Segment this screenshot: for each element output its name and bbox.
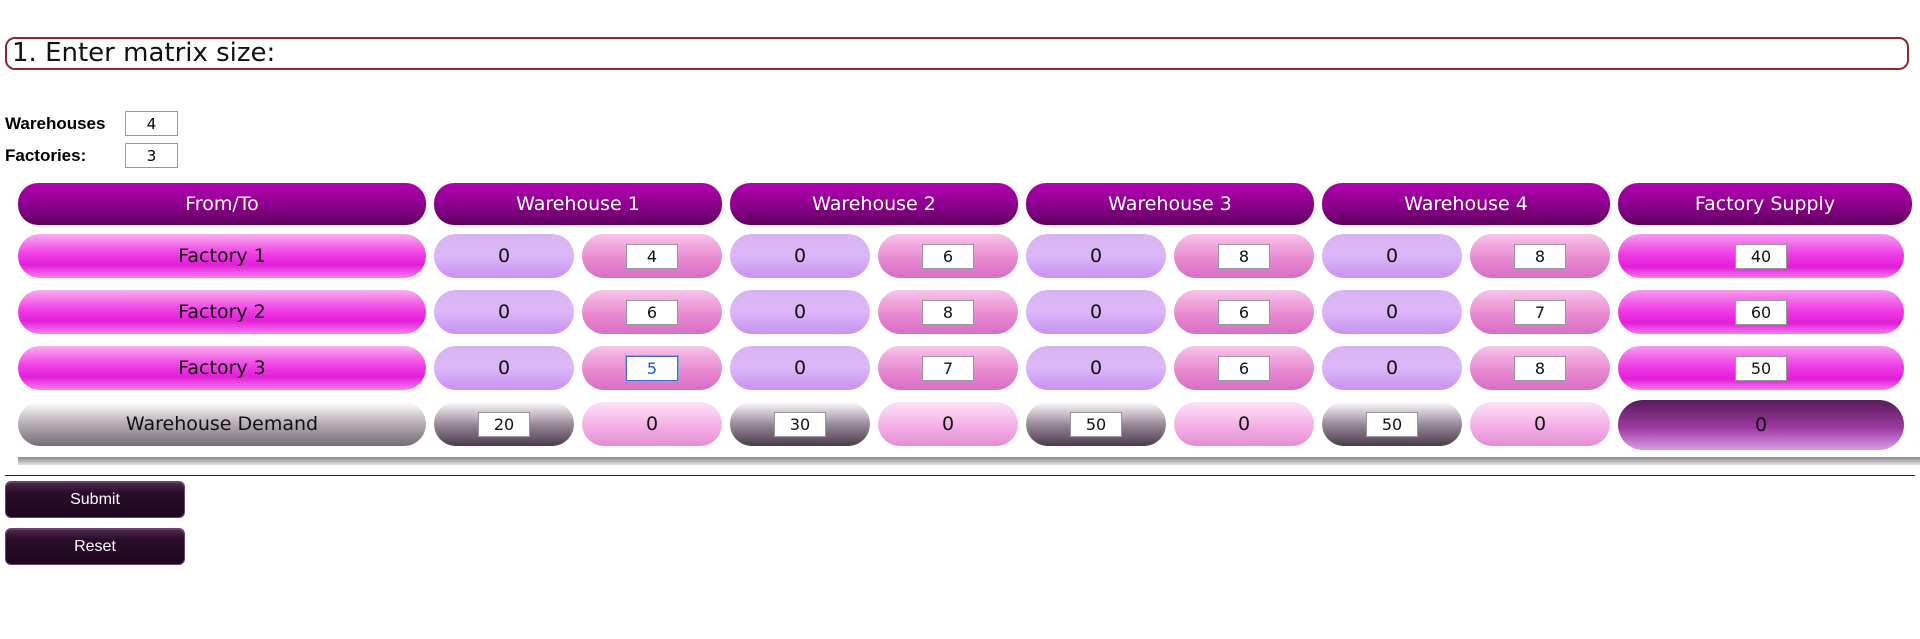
alloc-cell: 0 (434, 290, 574, 334)
step-title-box: 1. Enter matrix size: (5, 37, 1909, 70)
alloc-cell: 0 (434, 346, 574, 390)
header-warehouse-4: Warehouse 4 (1322, 183, 1610, 225)
demand-input[interactable] (1366, 411, 1418, 437)
demand-input[interactable] (478, 411, 530, 437)
cost-input[interactable] (1514, 299, 1566, 325)
alloc-cell: 0 (1026, 290, 1166, 334)
cost-input[interactable] (922, 355, 974, 381)
supply-cell (1618, 290, 1904, 334)
supply-input[interactable] (1735, 243, 1787, 269)
cost-input[interactable] (922, 243, 974, 269)
warehouses-label: Warehouses (5, 114, 106, 133)
alloc-cell: 0 (730, 234, 870, 278)
reset-button[interactable]: Reset (5, 528, 185, 565)
supply-cell (1618, 234, 1904, 278)
alloc-cell: 0 (1026, 346, 1166, 390)
header-warehouse-1: Warehouse 1 (434, 183, 722, 225)
remaining-cell: 0 (582, 402, 722, 446)
factories-label: Factories: (5, 146, 87, 165)
header-from-to: From/To (18, 183, 426, 225)
cost-input[interactable] (1514, 243, 1566, 269)
submit-button[interactable]: Submit (5, 481, 185, 518)
cost-cell (1174, 346, 1314, 390)
alloc-cell: 0 (1322, 346, 1462, 390)
cost-cell (582, 346, 722, 390)
alloc-cell: 0 (434, 234, 574, 278)
cost-cell (582, 234, 722, 278)
supply-cell (1618, 346, 1904, 390)
alloc-cell: 0 (1322, 234, 1462, 278)
alloc-cell: 0 (730, 290, 870, 334)
cost-cell (1470, 346, 1610, 390)
cost-input[interactable] (1218, 243, 1270, 269)
row-label-warehouse-demand: Warehouse Demand (18, 402, 426, 446)
factories-input[interactable] (125, 143, 178, 168)
demand-input[interactable] (774, 411, 826, 437)
cost-input[interactable] (626, 299, 678, 325)
cost-cell (1174, 234, 1314, 278)
row-label-factory-2: Factory 2 (18, 290, 426, 334)
header-factory-supply: Factory Supply (1618, 183, 1912, 225)
cost-cell (878, 290, 1018, 334)
alloc-cell: 0 (730, 346, 870, 390)
cost-cell (878, 234, 1018, 278)
demand-cell (1322, 402, 1462, 446)
header-warehouse-2: Warehouse 2 (730, 183, 1018, 225)
cost-input[interactable] (1514, 355, 1566, 381)
cost-input[interactable] (922, 299, 974, 325)
divider (5, 475, 1915, 476)
remaining-cell: 0 (1470, 402, 1610, 446)
cost-cell (878, 346, 1018, 390)
demand-cell (1026, 402, 1166, 446)
demand-cell (434, 402, 574, 446)
row-label-factory-3: Factory 3 (18, 346, 426, 390)
alloc-cell: 0 (1026, 234, 1166, 278)
demand-input[interactable] (1070, 411, 1122, 437)
header-warehouse-3: Warehouse 3 (1026, 183, 1314, 225)
row-label-factory-1: Factory 1 (18, 234, 426, 278)
table-shadow (18, 457, 1920, 465)
cost-cell (1174, 290, 1314, 334)
supply-input[interactable] (1735, 299, 1787, 325)
demand-cell (730, 402, 870, 446)
cost-input[interactable] (1218, 355, 1270, 381)
supply-input[interactable] (1735, 355, 1787, 381)
warehouses-input[interactable] (125, 111, 178, 136)
cost-cell (1470, 234, 1610, 278)
cost-cell (1470, 290, 1610, 334)
remaining-cell: 0 (1174, 402, 1314, 446)
cost-input[interactable] (1218, 299, 1270, 325)
total-cell: 0 (1618, 400, 1904, 450)
alloc-cell: 0 (1322, 290, 1462, 334)
remaining-cell: 0 (878, 402, 1018, 446)
cost-input[interactable] (625, 354, 679, 382)
cost-input[interactable] (626, 243, 678, 269)
cost-cell (582, 290, 722, 334)
